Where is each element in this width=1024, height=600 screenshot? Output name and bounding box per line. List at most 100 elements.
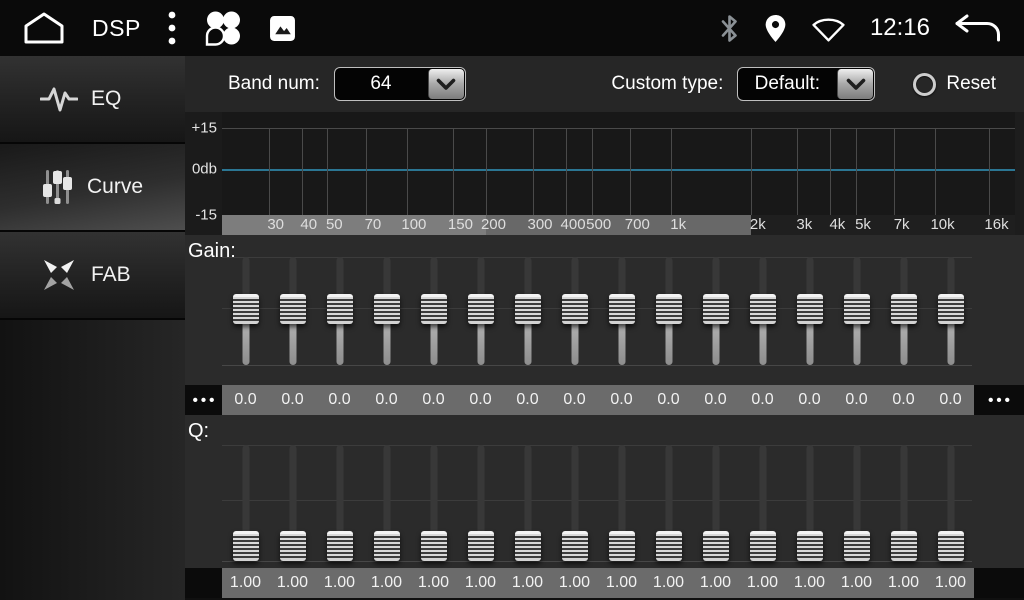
gain-slider-11[interactable] bbox=[692, 255, 739, 368]
custom-type-select[interactable]: Default: bbox=[737, 67, 875, 101]
q-slider-11[interactable] bbox=[692, 443, 739, 564]
slider-handle[interactable] bbox=[844, 531, 870, 561]
slider-handle[interactable] bbox=[233, 531, 259, 561]
gridline bbox=[894, 128, 895, 215]
slider-handle[interactable] bbox=[327, 531, 353, 561]
slider-handle[interactable] bbox=[515, 294, 541, 324]
gain-values-row: ••• 0.00.00.00.00.00.00.00.00.00.00.00.0… bbox=[185, 385, 1024, 415]
slider-handle[interactable] bbox=[703, 294, 729, 324]
slider-handle[interactable] bbox=[750, 531, 776, 561]
chevron-down-icon[interactable] bbox=[428, 69, 464, 99]
q-slider-12[interactable] bbox=[739, 443, 786, 564]
gain-slider-1[interactable] bbox=[222, 255, 269, 368]
slider-handle[interactable] bbox=[938, 531, 964, 561]
slider-handle[interactable] bbox=[844, 294, 870, 324]
fab-arrows-icon bbox=[40, 256, 78, 294]
q-slider-2[interactable] bbox=[269, 443, 316, 564]
sidebar-item-fab[interactable]: FAB bbox=[0, 232, 185, 320]
chevron-down-icon[interactable] bbox=[837, 69, 873, 99]
q-slider-14[interactable] bbox=[833, 443, 880, 564]
q-slider-10[interactable] bbox=[645, 443, 692, 564]
gain-slider-16[interactable] bbox=[927, 255, 974, 368]
reset-radio[interactable] bbox=[913, 73, 936, 96]
slider-handle[interactable] bbox=[891, 294, 917, 324]
q-slider-4[interactable] bbox=[363, 443, 410, 564]
q-slider-9[interactable] bbox=[598, 443, 645, 564]
gain-value-13: 0.0 bbox=[786, 385, 833, 415]
slider-handle[interactable] bbox=[515, 531, 541, 561]
q-slider-8[interactable] bbox=[551, 443, 598, 564]
back-icon[interactable] bbox=[954, 13, 1002, 43]
gain-slider-2[interactable] bbox=[269, 255, 316, 368]
location-icon[interactable] bbox=[764, 14, 787, 43]
q-slider-15[interactable] bbox=[880, 443, 927, 564]
slider-handle[interactable] bbox=[938, 294, 964, 324]
slider-handle[interactable] bbox=[280, 294, 306, 324]
freq-tick-label: 150 bbox=[448, 215, 473, 235]
gain-slider-13[interactable] bbox=[786, 255, 833, 368]
slider-handle[interactable] bbox=[703, 531, 729, 561]
freq-tick-label: 2k bbox=[750, 215, 766, 235]
y-axis-label: +15 bbox=[192, 120, 217, 137]
slider-handle[interactable] bbox=[656, 531, 682, 561]
gain-slider-9[interactable] bbox=[598, 255, 645, 368]
sidebar-item-eq[interactable]: EQ bbox=[0, 56, 185, 144]
q-slider-5[interactable] bbox=[410, 443, 457, 564]
slider-handle[interactable] bbox=[468, 294, 494, 324]
slider-handle[interactable] bbox=[233, 294, 259, 324]
slider-handle[interactable] bbox=[656, 294, 682, 324]
slider-handle[interactable] bbox=[327, 294, 353, 324]
slider-handle[interactable] bbox=[280, 531, 306, 561]
gain-slider-15[interactable] bbox=[880, 255, 927, 368]
gain-slider-12[interactable] bbox=[739, 255, 786, 368]
slider-handle[interactable] bbox=[797, 294, 823, 324]
slider-handle[interactable] bbox=[421, 294, 447, 324]
gain-value-16: 0.0 bbox=[927, 385, 974, 415]
q-slider-7[interactable] bbox=[504, 443, 551, 564]
sidebar-item-curve[interactable]: Curve bbox=[0, 144, 185, 232]
slider-handle[interactable] bbox=[750, 294, 776, 324]
q-slider-6[interactable] bbox=[457, 443, 504, 564]
wifi-icon[interactable] bbox=[811, 15, 846, 42]
gain-slider-3[interactable] bbox=[316, 255, 363, 368]
slider-handle[interactable] bbox=[374, 294, 400, 324]
q-slider-16[interactable] bbox=[927, 443, 974, 564]
y-axis: +15 0db -15 bbox=[185, 112, 222, 235]
reset-control[interactable]: Reset bbox=[913, 73, 996, 96]
gallery-icon[interactable] bbox=[269, 15, 296, 42]
q-slider-3[interactable] bbox=[316, 443, 363, 564]
gridline bbox=[269, 128, 270, 215]
bluetooth-icon[interactable] bbox=[719, 13, 740, 44]
gain-slider-6[interactable] bbox=[457, 255, 504, 368]
graph-plot-area[interactable]: 304050701001502003004005007001k2k3k4k5k7… bbox=[222, 112, 1015, 235]
gain-slider-14[interactable] bbox=[833, 255, 880, 368]
more-bands-right-button[interactable]: ••• bbox=[974, 385, 1024, 415]
home-icon[interactable] bbox=[22, 11, 66, 45]
slider-handle[interactable] bbox=[609, 294, 635, 324]
gain-slider-5[interactable] bbox=[410, 255, 457, 368]
band-num-value: 64 bbox=[335, 73, 427, 95]
apps-clover-icon[interactable] bbox=[203, 9, 243, 47]
slider-handle[interactable] bbox=[374, 531, 400, 561]
q-slider-13[interactable] bbox=[786, 443, 833, 564]
eq-waveform-icon bbox=[40, 84, 78, 114]
freq-tick-label: 70 bbox=[365, 215, 382, 235]
band-num-select[interactable]: 64 bbox=[334, 67, 466, 101]
slider-handle[interactable] bbox=[891, 531, 917, 561]
gain-slider-4[interactable] bbox=[363, 255, 410, 368]
slider-handle[interactable] bbox=[797, 531, 823, 561]
slider-handle[interactable] bbox=[421, 531, 447, 561]
freq-tick-label: 200 bbox=[481, 215, 506, 235]
gain-slider-7[interactable] bbox=[504, 255, 551, 368]
q-slider-1[interactable] bbox=[222, 443, 269, 564]
slider-handle[interactable] bbox=[609, 531, 635, 561]
custom-type-value: Default: bbox=[738, 73, 836, 95]
slider-handle[interactable] bbox=[562, 294, 588, 324]
freq-tick-label: 10k bbox=[930, 215, 954, 235]
overflow-menu-icon[interactable] bbox=[167, 9, 177, 47]
gain-slider-10[interactable] bbox=[645, 255, 692, 368]
more-bands-left-button[interactable]: ••• bbox=[185, 385, 222, 415]
gain-slider-8[interactable] bbox=[551, 255, 598, 368]
slider-handle[interactable] bbox=[562, 531, 588, 561]
slider-handle[interactable] bbox=[468, 531, 494, 561]
